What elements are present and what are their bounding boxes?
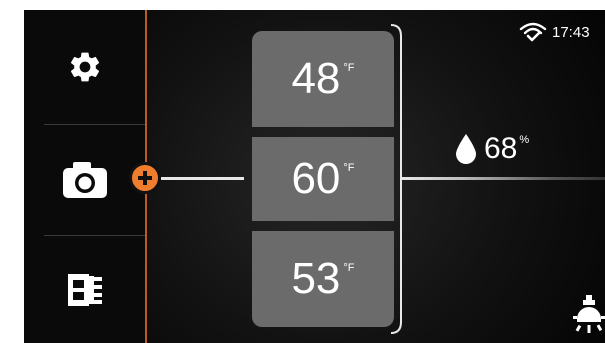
bracket-line [390,24,402,334]
plus-icon [138,171,152,185]
sidebar [24,10,145,343]
temperature-unit: °F [343,262,355,274]
settings-button[interactable] [24,10,145,124]
connector-line-left [161,177,244,180]
humidity-unit: % [519,134,530,146]
camera-icon [62,162,107,198]
status-bar: 17:43 [519,22,590,42]
connector-line-right [402,177,605,180]
camera-button[interactable] [24,125,145,235]
light-button[interactable] [572,294,605,341]
temperature-value: 60 [291,154,341,203]
humidity-value: 68 [484,132,518,165]
temperature-card-top[interactable]: 48 °F [252,31,394,127]
film-strip-icon [67,273,102,306]
humidity-readout: 68 % [454,132,529,166]
media-button[interactable] [24,236,145,343]
lightbulb-icon [573,295,605,333]
wifi-check-icon [519,22,547,42]
temperature-value: 48 [291,54,341,103]
temperature-unit: °F [343,162,355,174]
add-button[interactable] [129,162,161,194]
temperature-card-bottom[interactable]: 53 °F [252,231,394,327]
temperature-unit: °F [343,62,355,74]
temperature-value: 53 [291,254,341,303]
device-screen: 48 °F 60 °F 53 °F 17:43 68 % [24,10,605,343]
clock-time: 17:43 [552,23,590,41]
water-drop-icon [456,134,476,164]
gear-icon [70,52,99,82]
temperature-card-middle[interactable]: 60 °F [252,137,394,221]
